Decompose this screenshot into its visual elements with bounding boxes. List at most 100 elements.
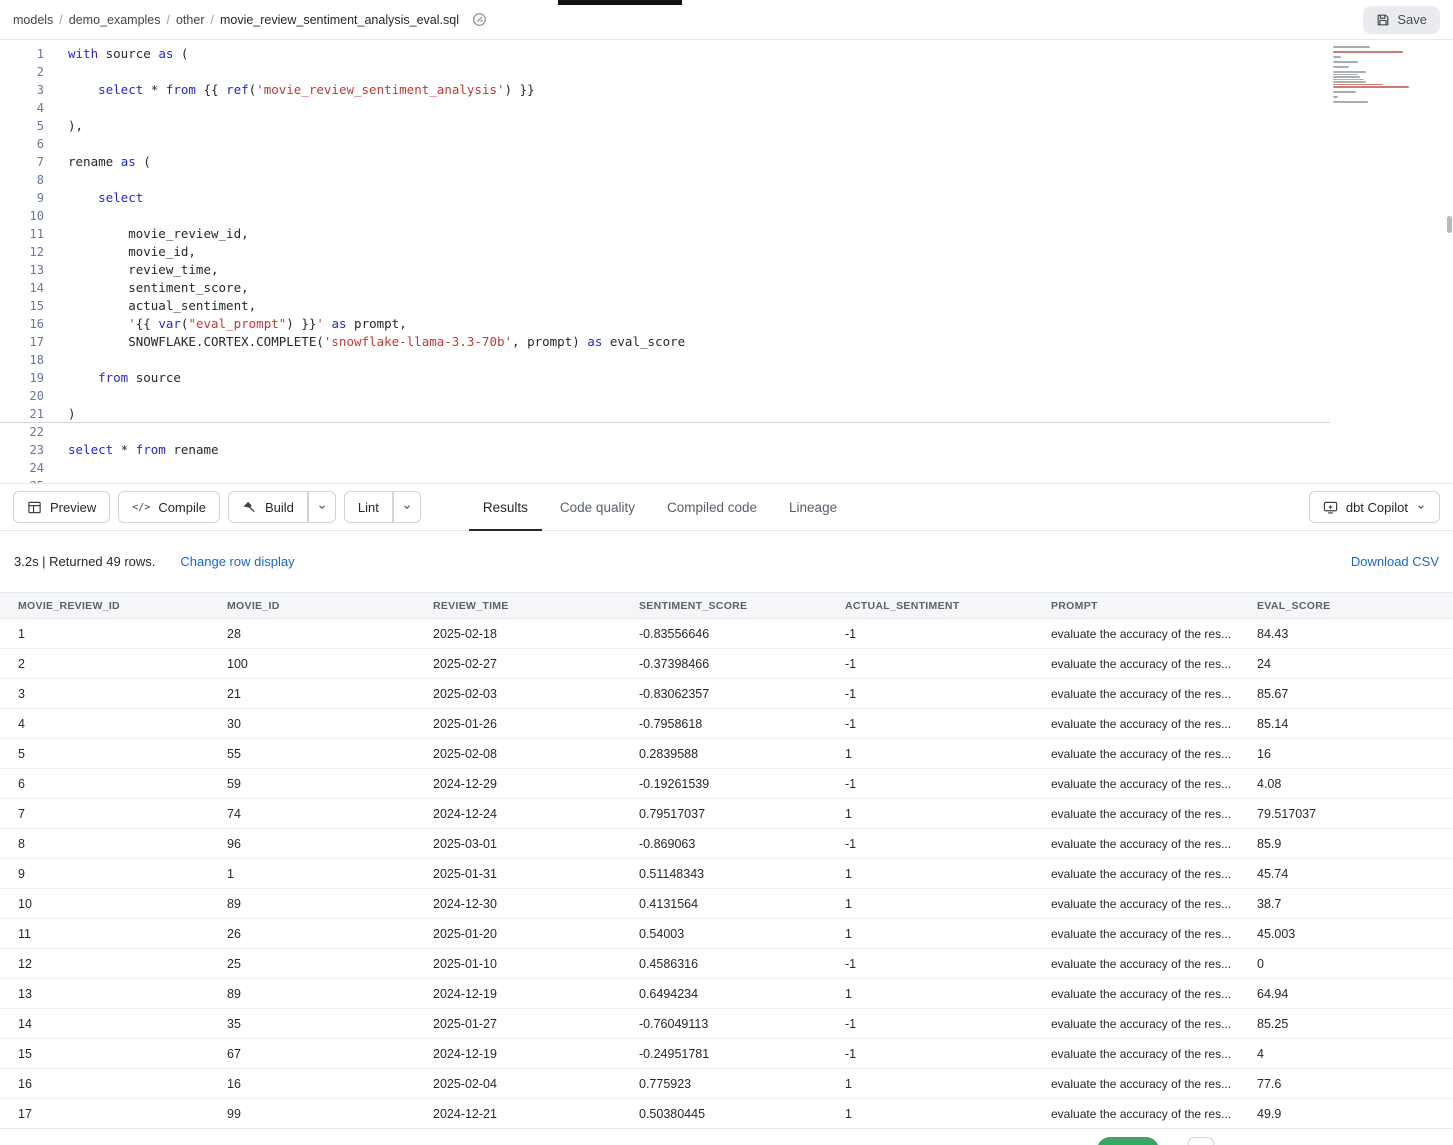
cell-sentiment_score: 0.775923	[621, 1069, 827, 1099]
code-line[interactable]: 10	[0, 207, 1453, 225]
code-line[interactable]: 6	[0, 135, 1453, 153]
table-row: 21002025-02-27-0.37398466-1evaluate the …	[0, 649, 1453, 679]
line-number: 2	[0, 63, 44, 81]
expand-cell-icon[interactable]	[1237, 929, 1239, 938]
tab-compiled-code[interactable]: Compiled code	[651, 484, 773, 530]
table-row: 11262025-01-200.540031evaluate the accur…	[0, 919, 1453, 949]
compile-icon: </>	[132, 502, 150, 513]
expand-cell-icon[interactable]	[1237, 839, 1239, 848]
expand-cell-icon[interactable]	[1237, 809, 1239, 818]
change-row-display-link[interactable]: Change row display	[180, 554, 294, 569]
status-pill[interactable]	[1097, 1137, 1159, 1145]
cell-movie_review_id: 2	[0, 649, 209, 679]
cell-sentiment_score: 0.79517037	[621, 799, 827, 829]
lint-dropdown-button[interactable]	[393, 491, 421, 523]
code-line[interactable]: 12 movie_id,	[0, 243, 1453, 261]
code-line[interactable]: 1with source as (	[0, 45, 1453, 63]
prompt-preview-text: evaluate the accuracy of the res...	[1051, 627, 1231, 641]
expand-cell-icon[interactable]	[1237, 959, 1239, 968]
compile-button[interactable]: </> Compile	[118, 491, 220, 523]
cell-prompt: evaluate the accuracy of the res...	[1033, 889, 1239, 919]
expand-cell-icon[interactable]	[1237, 1019, 1239, 1028]
code-text: ),	[68, 117, 83, 135]
breadcrumb-item-demo-examples[interactable]: demo_examples	[69, 13, 161, 27]
cell-sentiment_score: 0.4131564	[621, 889, 827, 919]
code-line[interactable]: 7rename as (	[0, 153, 1453, 171]
code-line[interactable]: 11 movie_review_id,	[0, 225, 1453, 243]
editor-scrollbar-thumb[interactable]	[1447, 216, 1452, 233]
expand-cell-icon[interactable]	[1237, 629, 1239, 638]
code-line[interactable]: 8	[0, 171, 1453, 189]
editor-scrollbar[interactable]	[1446, 40, 1452, 483]
download-csv-link[interactable]: Download CSV	[1351, 554, 1439, 569]
code-line[interactable]: 24	[0, 459, 1453, 477]
cell-prompt: evaluate the accuracy of the res...	[1033, 859, 1239, 889]
code-line[interactable]: 18	[0, 351, 1453, 369]
cell-actual_sentiment: -1	[827, 769, 1033, 799]
breadcrumb-item-other[interactable]: other	[176, 13, 205, 27]
line-number: 8	[0, 171, 44, 189]
line-number: 3	[0, 81, 44, 99]
save-button[interactable]: Save	[1363, 6, 1440, 34]
expand-cell-icon[interactable]	[1237, 689, 1239, 698]
top-bar: models / demo_examples / other / movie_r…	[0, 0, 1453, 40]
code-line[interactable]: 16 '{{ var("eval_prompt") }}' as prompt,	[0, 315, 1453, 333]
tab-lineage[interactable]: Lineage	[773, 484, 853, 530]
table-row: 5552025-02-080.28395881evaluate the accu…	[0, 739, 1453, 769]
expand-cell-icon[interactable]	[1237, 749, 1239, 758]
table-row: 10892024-12-300.41315641evaluate the acc…	[0, 889, 1453, 919]
code-line[interactable]: 19 from source	[0, 369, 1453, 387]
code-line[interactable]: 23select * from rename	[0, 441, 1453, 459]
cell-movie_id: 16	[209, 1069, 415, 1099]
dbt-copilot-button[interactable]: dbt Copilot	[1309, 491, 1440, 523]
lint-button[interactable]: Lint	[344, 491, 393, 523]
cell-prompt: evaluate the accuracy of the res...	[1033, 799, 1239, 829]
expand-cell-icon[interactable]	[1237, 869, 1239, 878]
expand-cell-icon[interactable]	[1237, 779, 1239, 788]
code-line[interactable]: 5),	[0, 117, 1453, 135]
breadcrumb-item-models[interactable]: models	[13, 13, 53, 27]
build-dropdown-button[interactable]	[308, 491, 336, 523]
cell-actual_sentiment: -1	[827, 619, 1033, 649]
minimap-line	[1333, 76, 1360, 78]
expand-cell-icon[interactable]	[1237, 659, 1239, 668]
code-line[interactable]: 22	[0, 423, 1453, 441]
expand-cell-icon[interactable]	[1237, 989, 1239, 998]
preview-button[interactable]: Preview	[13, 491, 110, 523]
code-line[interactable]: 15 actual_sentiment,	[0, 297, 1453, 315]
build-button[interactable]: Build	[228, 491, 308, 523]
line-number: 14	[0, 279, 44, 297]
code-line[interactable]: 3 select * from {{ ref('movie_review_sen…	[0, 81, 1453, 99]
expand-cell-icon[interactable]	[1237, 1109, 1239, 1118]
code-line[interactable]: 13 review_time,	[0, 261, 1453, 279]
code-line[interactable]: 17 SNOWFLAKE.CORTEX.COMPLETE('snowflake-…	[0, 333, 1453, 351]
prompt-preview-text: evaluate the accuracy of the res...	[1051, 867, 1231, 881]
code-line[interactable]: 21)	[0, 405, 1453, 423]
code-line[interactable]: 14 sentiment_score,	[0, 279, 1453, 297]
line-number: 12	[0, 243, 44, 261]
expand-cell-icon[interactable]	[1237, 1079, 1239, 1088]
cell-review_time: 2025-02-18	[415, 619, 621, 649]
cell-movie_id: 96	[209, 829, 415, 859]
tab-results[interactable]: Results	[467, 484, 544, 530]
minimap[interactable]	[1333, 46, 1430, 106]
expand-cell-icon[interactable]	[1237, 719, 1239, 728]
code-editor[interactable]: 1with source as (23 select * from {{ ref…	[0, 40, 1453, 483]
code-line[interactable]: 9 select	[0, 189, 1453, 207]
breadcrumb: models / demo_examples / other / movie_r…	[13, 12, 487, 27]
tab-code-quality[interactable]: Code quality	[544, 484, 651, 530]
line-number: 22	[0, 423, 44, 441]
expand-cell-icon[interactable]	[1237, 1049, 1239, 1058]
cell-eval_score: 85.14	[1239, 709, 1453, 739]
code-line[interactable]: 20	[0, 387, 1453, 405]
line-number: 15	[0, 297, 44, 315]
expand-cell-icon[interactable]	[1237, 899, 1239, 908]
prompt-preview-text: evaluate the accuracy of the res...	[1051, 657, 1231, 671]
code-line[interactable]: 4	[0, 99, 1453, 117]
cell-movie_id: 89	[209, 889, 415, 919]
prompt-preview-text: evaluate the accuracy of the res...	[1051, 717, 1231, 731]
code-line[interactable]: 2	[0, 63, 1453, 81]
bottom-square-button[interactable]	[1188, 1137, 1214, 1145]
cell-review_time: 2024-12-30	[415, 889, 621, 919]
cell-actual_sentiment: 1	[827, 919, 1033, 949]
